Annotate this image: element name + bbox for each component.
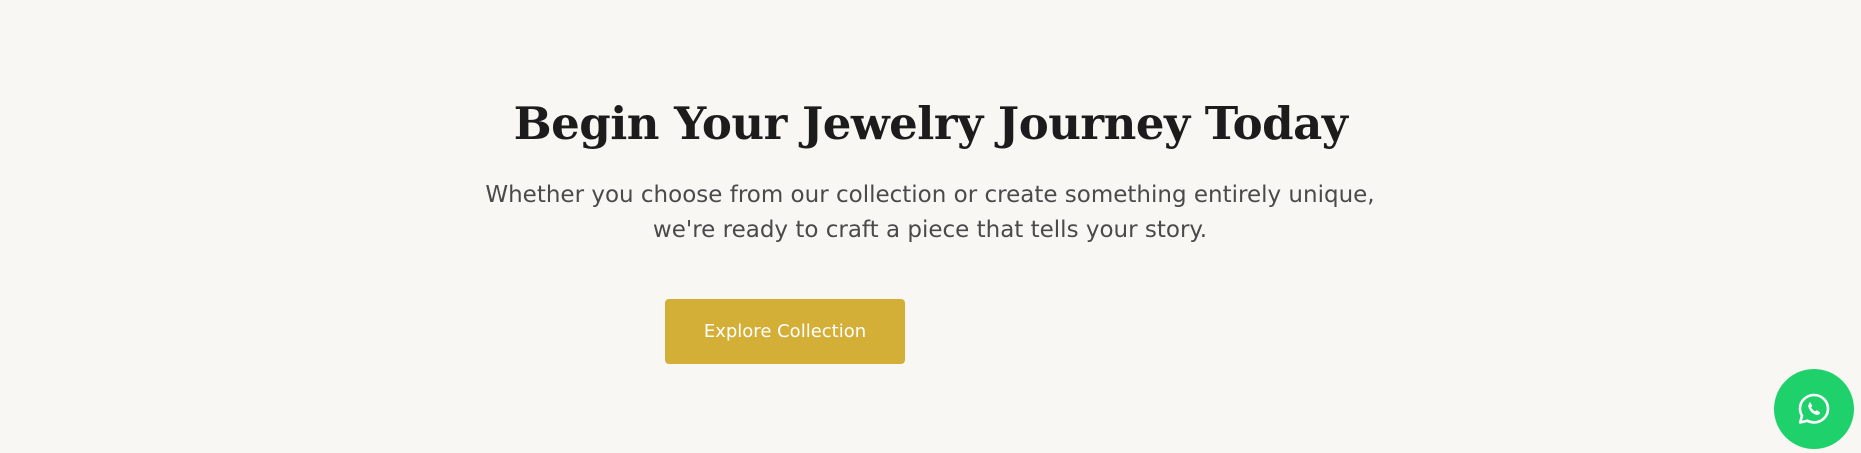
explore-collection-button[interactable]: Explore Collection (665, 299, 905, 364)
cta-subtitle: Whether you choose from our collection o… (485, 182, 1375, 243)
whatsapp-chat-button[interactable] (1774, 369, 1854, 449)
cta-title: Begin Your Jewelry Journey Today (513, 97, 1348, 150)
whatsapp-icon (1798, 393, 1830, 424)
cta-section: Begin Your Jewelry Journey Today Whether… (0, 0, 1861, 453)
